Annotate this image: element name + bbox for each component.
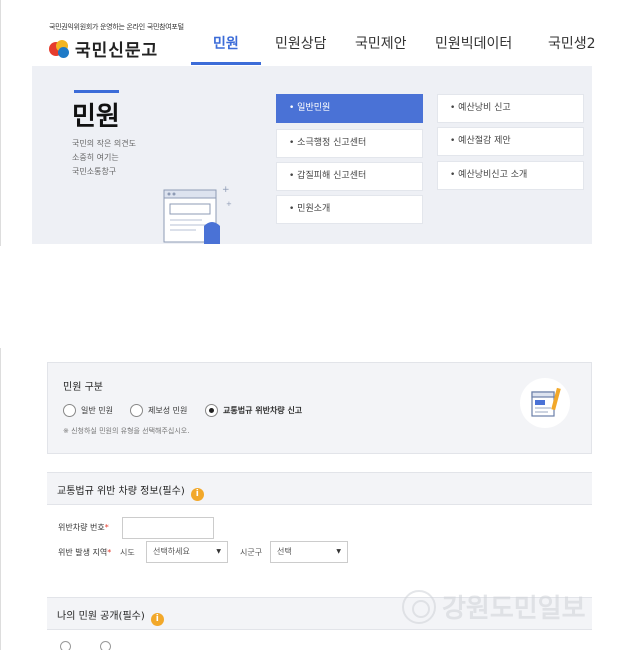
radio-circle-icon [130, 404, 143, 417]
bullet-icon: • [450, 136, 459, 146]
menu-item-budget-saving[interactable]: • 예산절감 제안 [437, 127, 584, 156]
menu-item-passive-admin[interactable]: • 소극행정 신고센터 [276, 129, 423, 158]
mega-description: 국민의 작은 의견도 소중히 여기는 국민소통창구 [72, 139, 136, 176]
radio-traffic[interactable]: 교통법규 위반차량 신고 [205, 404, 302, 417]
menu-item-gapjil[interactable]: • 갑질피해 신고센터 [276, 162, 423, 191]
logo-subtitle: 국민권익위원회가 운영하는 온라인 국민참여포털 [49, 23, 184, 31]
menu-item-budget-intro[interactable]: • 예산낭비신고 소개 [437, 161, 584, 190]
plate-label: 위반차량 번호* [58, 523, 109, 532]
region-label: 위반 발생 지역* [58, 548, 112, 557]
nav-item-minwon-consult[interactable]: 민원상담 [275, 33, 327, 53]
watermark: 강원도민일보 [402, 588, 586, 625]
radio-circle-icon[interactable] [100, 641, 111, 650]
radio-circle-icon[interactable] [60, 641, 71, 650]
info-icon[interactable]: i [150, 613, 164, 626]
bullet-icon: • [289, 204, 298, 214]
bullet-icon: • [450, 170, 459, 180]
menu-item-intro[interactable]: • 민원소개 [276, 195, 423, 224]
mega-title: 민원 [72, 102, 120, 132]
section-vehicle-title: 교통법규 위반 차량 정보(필수) i [57, 482, 204, 501]
nav-item-bigdata[interactable]: 민원빅데이터 [435, 33, 512, 53]
nav-item-minwon[interactable]: 민원 [213, 33, 239, 53]
sigungu-label: 시군구 [240, 548, 263, 557]
watermark-text: 강원도민일보 [442, 594, 586, 624]
complaint-type-label: 민원 구분 [63, 382, 103, 393]
bullet-icon: • [289, 103, 298, 113]
watermark-logo-icon [402, 589, 436, 624]
section-disclosure-title: 나의 민원 공개(필수) i [57, 607, 164, 626]
svg-text:+: + [226, 200, 232, 208]
nav-active-indicator [191, 62, 261, 65]
bullet-icon: • [289, 138, 298, 148]
nav-item-life[interactable]: 국민생2 [548, 33, 596, 53]
nav-item-proposal[interactable]: 국민제안 [355, 33, 407, 53]
plate-number-input[interactable] [122, 517, 214, 539]
sido-label: 시도 [120, 548, 135, 557]
menu-item-budget-waste[interactable]: • 예산낭비 신고 [437, 94, 584, 123]
bullet-icon: • [450, 103, 459, 113]
radio-circle-icon [63, 404, 76, 417]
mega-title-underline [74, 90, 119, 93]
info-icon[interactable]: i [190, 488, 204, 501]
menu-item-general[interactable]: • 일반민원 [276, 94, 423, 123]
section-vehicle-info: 교통법규 위반 차량 정보(필수) i [47, 472, 592, 505]
radio-general[interactable]: 일반 민원 [63, 404, 113, 417]
dropdown-arrow-icon: ▼ [336, 548, 341, 555]
bullet-icon: • [289, 171, 298, 181]
type-note: ※ 신청하실 민원의 유형을 선택해주십시오. [63, 427, 190, 435]
main-nav: 민원 민원상담 국민제안 민원빅데이터 국민생2 [1, 33, 623, 65]
radio-checked-icon [205, 404, 218, 417]
svg-text:+: + [222, 185, 230, 195]
form-illustration-icon [520, 378, 570, 428]
computer-illustration-icon: + + [163, 185, 232, 244]
complaint-type-box [47, 362, 592, 454]
dropdown-arrow-icon: ▼ [216, 548, 221, 555]
sido-select[interactable]: 선택하세요 ▼ [146, 541, 228, 563]
radio-report[interactable]: 제보성 민원 [130, 404, 187, 417]
sigungu-select[interactable]: 선택 ▼ [270, 541, 348, 563]
